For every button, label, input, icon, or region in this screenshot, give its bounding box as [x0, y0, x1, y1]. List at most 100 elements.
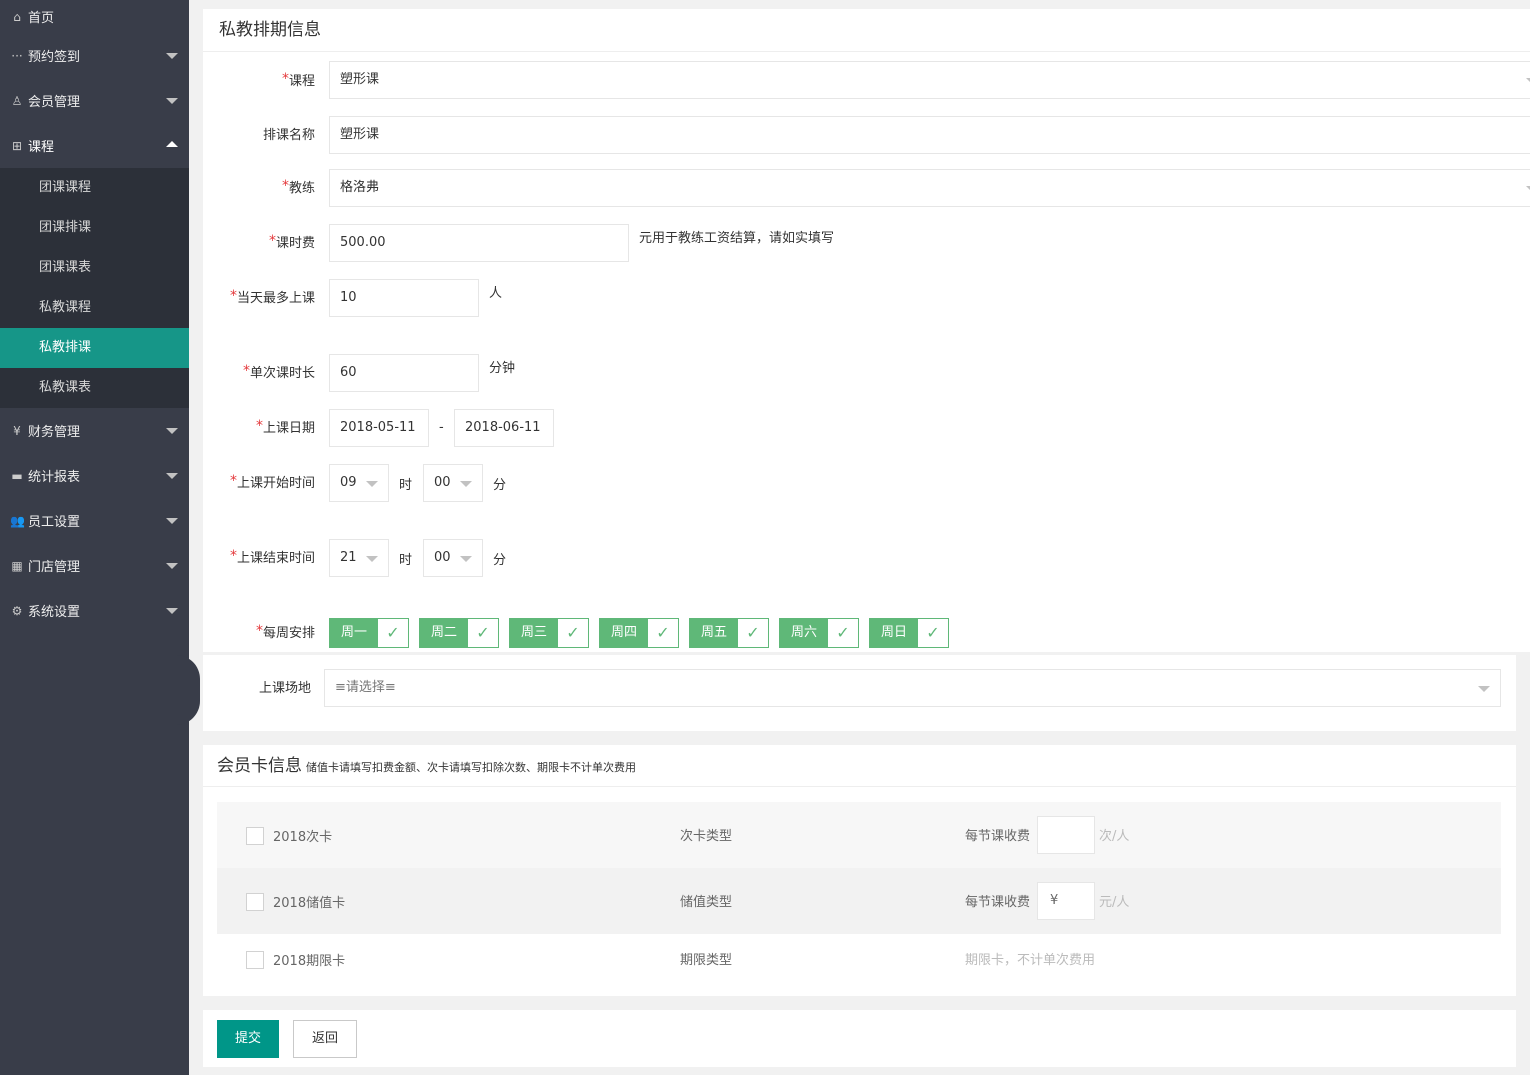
chevron-down-icon — [366, 556, 378, 562]
check-icon: ✓ — [738, 619, 768, 647]
start-minute-select[interactable]: 00 — [423, 464, 483, 502]
start-hour-select[interactable]: 09 — [329, 464, 389, 502]
member-card-hint: 储值卡请填写扣费金额、次卡请填写扣除次数、期限卡不计单次费用 — [306, 761, 636, 774]
store-icon: ▦ — [11, 558, 23, 573]
chevron-down-icon — [1478, 686, 1490, 692]
chevron-down-icon — [166, 608, 178, 614]
chevron-down-icon — [460, 481, 472, 487]
nav-store-label: 门店管理 — [28, 560, 81, 575]
check-icon: ✓ — [558, 619, 588, 647]
sub-group-schedule[interactable]: 团课排课 — [0, 208, 189, 248]
coach-select-value: 格洛弗 — [340, 180, 380, 195]
card-checkbox[interactable] — [246, 893, 264, 911]
required-mark: * — [268, 233, 276, 249]
table-row: 2018次卡 次卡类型 每节课收费 次/人 — [217, 802, 1501, 868]
start-time-label: *上课开始时间 — [223, 473, 315, 494]
schedule-name-input[interactable]: 塑形课 — [329, 116, 1530, 154]
coach-label: *教练 — [223, 178, 315, 199]
check-icon: ✓ — [648, 619, 678, 647]
weekly-label-text: 每周安排 — [262, 626, 315, 641]
max-label-text: 当天最多上课 — [236, 291, 315, 306]
table-row: 2018储值卡 储值类型 每节课收费 ¥ 元/人 — [217, 868, 1501, 934]
fee-input[interactable]: 500.00 — [329, 224, 629, 262]
day-checkbox-tue[interactable]: 周二 ✓ — [419, 618, 499, 648]
end-hour-value: 21 — [340, 550, 357, 565]
nav-settings-label: 系统设置 — [28, 605, 81, 620]
date-end-input[interactable]: 2018-06-11 — [454, 409, 554, 447]
sub-private-course[interactable]: 私教课程 — [0, 288, 189, 328]
date-start-value: 2018-05-11 — [340, 420, 416, 435]
main-content: 私教排期信息 *课程 塑形课 排课名称 塑形课 *教练 格洛弗 *课时费 500 — [203, 9, 1530, 652]
course-select[interactable]: 塑形课 — [329, 61, 1530, 99]
day-checkbox-sat[interactable]: 周六 ✓ — [779, 618, 859, 648]
sub-private-schedule[interactable]: 私教排课 — [0, 328, 189, 368]
member-card-table: 2018次卡 次卡类型 每节课收费 次/人 2018储值卡 储值类型 每节课收费… — [217, 802, 1501, 995]
nav-store[interactable]: ▦ 门店管理 — [0, 543, 189, 588]
end-hour-select[interactable]: 21 — [329, 539, 389, 577]
end-time-label: *上课结束时间 — [223, 548, 315, 569]
sub-private-timetable[interactable]: 私教课表 — [0, 368, 189, 408]
day-checkbox-fri[interactable]: 周五 ✓ — [689, 618, 769, 648]
venue-select[interactable]: ≡请选择≡ — [324, 669, 1501, 707]
coach-select[interactable]: 格洛弗 — [329, 169, 1530, 207]
check-icon: ✓ — [918, 619, 948, 647]
day-checkbox-thu[interactable]: 周四 ✓ — [599, 618, 679, 648]
day-label: 周一 — [330, 619, 378, 647]
nav-course-label: 课程 — [28, 140, 55, 155]
nav-reports[interactable]: ▬ 统计报表 — [0, 453, 189, 498]
sidebar: ⌂ 首页 ··· 预约签到 ♙ 会员管理 ⊞ 课程 团课课程 团课排课 团课课表… — [0, 0, 200, 1075]
sub-group-timetable[interactable]: 团课课表 — [0, 248, 189, 288]
day-label: 周三 — [510, 619, 558, 647]
chevron-down-icon — [166, 98, 178, 104]
card-name: 2018期限卡 — [273, 954, 346, 969]
date-start-input[interactable]: 2018-05-11 — [329, 409, 429, 447]
check-icon: ✓ — [378, 619, 408, 647]
submit-button[interactable]: 提交 — [217, 1020, 279, 1058]
nav-booking-label: 预约签到 — [28, 50, 81, 65]
coach-label-text: 教练 — [288, 181, 315, 196]
fee-per-class-input[interactable] — [1037, 816, 1095, 854]
day-checkbox-wed[interactable]: 周三 ✓ — [509, 618, 589, 648]
fee-label-text: 课时费 — [275, 236, 315, 251]
required-mark: * — [281, 178, 289, 194]
check-icon: ✓ — [468, 619, 498, 647]
users-icon: 👥 — [10, 513, 25, 528]
card-checkbox[interactable] — [246, 827, 264, 845]
grid-icon: ⊞ — [11, 138, 23, 153]
max-input[interactable]: 10 — [329, 279, 479, 317]
yen-icon: ¥ — [13, 423, 21, 438]
venue-label: 上课场地 — [258, 681, 311, 696]
chart-icon: ▬ — [11, 468, 23, 483]
required-mark: * — [255, 623, 263, 639]
sub-group-course[interactable]: 团课课程 — [0, 168, 189, 208]
back-button[interactable]: 返回 — [293, 1020, 357, 1058]
nav-booking[interactable]: ··· 预约签到 — [0, 33, 189, 78]
course-select-value: 塑形课 — [340, 72, 380, 87]
day-checkbox-sun[interactable]: 周日 ✓ — [869, 618, 949, 648]
end-minute-select[interactable]: 00 — [423, 539, 483, 577]
fee-per-class-input[interactable]: ¥ — [1037, 882, 1095, 920]
start-minute-value: 00 — [434, 475, 451, 490]
nav-settings[interactable]: ⚙ 系统设置 — [0, 588, 189, 633]
fee-label: *课时费 — [223, 233, 315, 254]
fee-value: 500.00 — [340, 235, 386, 250]
member-card-panel: 会员卡信息 储值卡请填写扣费金额、次卡请填写扣除次数、期限卡不计单次费用 2018… — [203, 745, 1516, 996]
hour-unit: 时 — [399, 478, 413, 493]
duration-value: 60 — [340, 365, 357, 380]
nav-staff-label: 员工设置 — [28, 515, 81, 530]
nav-staff[interactable]: 👥 员工设置 — [0, 498, 189, 543]
nav-course[interactable]: ⊞ 课程 — [0, 123, 189, 168]
date-separator: - — [439, 420, 444, 435]
gear-icon: ⚙ — [11, 603, 23, 618]
nav-members[interactable]: ♙ 会员管理 — [0, 78, 189, 123]
day-label: 周二 — [420, 619, 468, 647]
chevron-down-icon — [166, 428, 178, 434]
day-checkbox-mon[interactable]: 周一 ✓ — [329, 618, 409, 648]
required-mark: * — [229, 548, 237, 564]
card-checkbox[interactable] — [246, 951, 264, 969]
member-card-title-text: 会员卡信息 — [217, 756, 302, 776]
duration-input[interactable]: 60 — [329, 354, 479, 392]
date-label: *上课日期 — [223, 418, 315, 439]
nav-home[interactable]: ⌂ 首页 — [0, 0, 189, 33]
nav-finance[interactable]: ¥ 财务管理 — [0, 408, 189, 453]
